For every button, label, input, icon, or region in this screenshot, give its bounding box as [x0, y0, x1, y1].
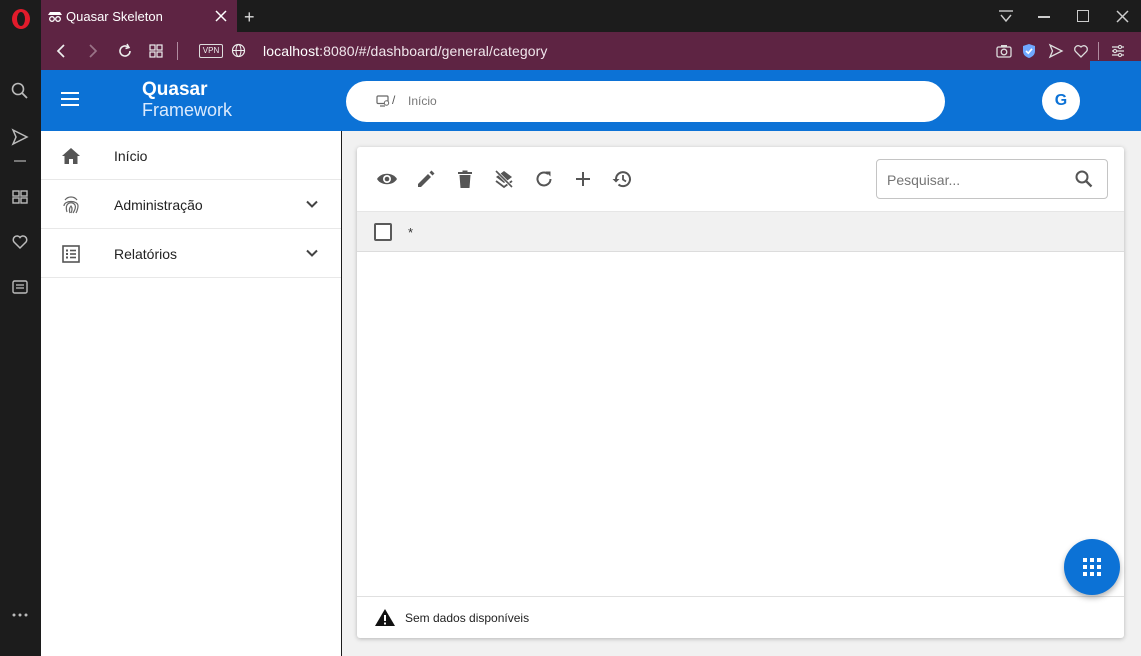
layers-clear-icon[interactable] — [493, 168, 515, 190]
tab-menu-icon[interactable] — [998, 9, 1014, 23]
address-divider-2 — [1098, 42, 1099, 60]
tab-title: Quasar Skeleton — [66, 9, 163, 24]
forward-icon[interactable] — [87, 44, 99, 58]
strip-divider — [14, 160, 26, 162]
history-icon[interactable] — [611, 168, 633, 190]
no-data-message: Sem dados disponíveis — [405, 611, 530, 625]
maximize-icon[interactable] — [1077, 10, 1089, 22]
home-icon — [60, 145, 82, 167]
sidebar-item-inicio[interactable]: Início — [41, 131, 341, 180]
address-bar: VPN localhost:8080/#/dashboard/general/c… — [41, 32, 1141, 70]
heart-icon[interactable] — [10, 232, 30, 252]
camera-icon[interactable] — [996, 43, 1012, 58]
breadcrumb-screen-icon — [376, 95, 390, 107]
easy-setup-icon[interactable] — [1111, 44, 1125, 58]
table-footer: Sem dados disponíveis — [357, 596, 1124, 638]
sidebar-item-administracao[interactable]: Administração — [41, 180, 341, 229]
apps-grid-icon — [1083, 558, 1101, 576]
breadcrumb-separator: / — [392, 93, 396, 107]
app-header: Quasar Framework / Início G — [41, 70, 1141, 131]
url-host: localhost — [263, 43, 320, 59]
tabs-grid-icon[interactable] — [149, 44, 163, 58]
column-header[interactable]: * — [408, 225, 413, 240]
breadcrumb-current[interactable]: Início — [408, 94, 437, 108]
url-field[interactable]: localhost:8080/#/dashboard/general/categ… — [263, 43, 548, 59]
news-icon[interactable] — [10, 277, 30, 297]
browser-tab[interactable]: Quasar Skeleton — [41, 0, 237, 32]
more-icon[interactable] — [10, 605, 30, 625]
sidebar-item-label: Relatórios — [114, 246, 178, 262]
opera-logo-icon[interactable] — [10, 8, 30, 29]
search-field[interactable] — [876, 159, 1108, 199]
refresh-icon[interactable] — [533, 168, 555, 190]
url-path: :8080/#/dashboard/general/category — [319, 43, 548, 59]
menu-icon[interactable] — [61, 92, 79, 106]
tab-favicon-icon — [47, 9, 63, 23]
tab-bar: Quasar Skeleton + — [41, 0, 1141, 32]
bookmark-heart-icon[interactable] — [1073, 43, 1089, 59]
logo-subtitle: Framework — [142, 100, 233, 120]
send-to-icon[interactable] — [1048, 43, 1064, 59]
chevron-down-icon[interactable] — [303, 244, 321, 262]
search-icon[interactable] — [10, 81, 30, 101]
add-plus-icon[interactable] — [572, 168, 594, 190]
globe-icon — [231, 43, 246, 58]
sidebar-item-label: Administração — [114, 197, 203, 213]
chevron-down-icon[interactable] — [303, 195, 321, 213]
send-icon[interactable] — [10, 127, 30, 147]
speed-dial-icon[interactable] — [10, 187, 30, 207]
edit-pencil-icon[interactable] — [415, 168, 437, 190]
sidebar-item-relatorios[interactable]: Relatórios — [41, 229, 341, 278]
fingerprint-icon — [60, 194, 82, 216]
sidebar-item-label: Início — [114, 148, 148, 164]
logo-title: Quasar — [142, 79, 208, 100]
close-tab-icon[interactable] — [215, 10, 227, 22]
search-icon[interactable] — [1074, 169, 1094, 189]
breadcrumb: / Início — [346, 81, 945, 122]
new-tab-button[interactable]: + — [244, 7, 255, 28]
search-input[interactable] — [887, 170, 1067, 190]
vpn-badge[interactable]: VPN — [199, 44, 223, 58]
address-divider — [177, 42, 178, 60]
shield-icon[interactable] — [1022, 43, 1036, 59]
back-icon[interactable] — [55, 44, 67, 58]
view-eye-icon[interactable] — [376, 168, 398, 190]
close-window-icon[interactable] — [1116, 10, 1129, 23]
browser-sidebar — [0, 0, 41, 656]
data-table-card: * Sem dados disponíveis — [357, 147, 1124, 638]
select-all-checkbox[interactable] — [374, 223, 392, 241]
list-icon — [60, 243, 82, 265]
delete-trash-icon[interactable] — [454, 168, 476, 190]
main-content: * Sem dados disponíveis — [342, 131, 1141, 656]
apps-fab-button[interactable] — [1064, 539, 1120, 595]
reload-icon[interactable] — [117, 43, 133, 59]
sidebar: Início Administração Relatórios — [41, 131, 341, 656]
minimize-icon[interactable] — [1038, 16, 1050, 18]
warning-icon — [374, 608, 396, 627]
table-header: * — [357, 211, 1124, 252]
